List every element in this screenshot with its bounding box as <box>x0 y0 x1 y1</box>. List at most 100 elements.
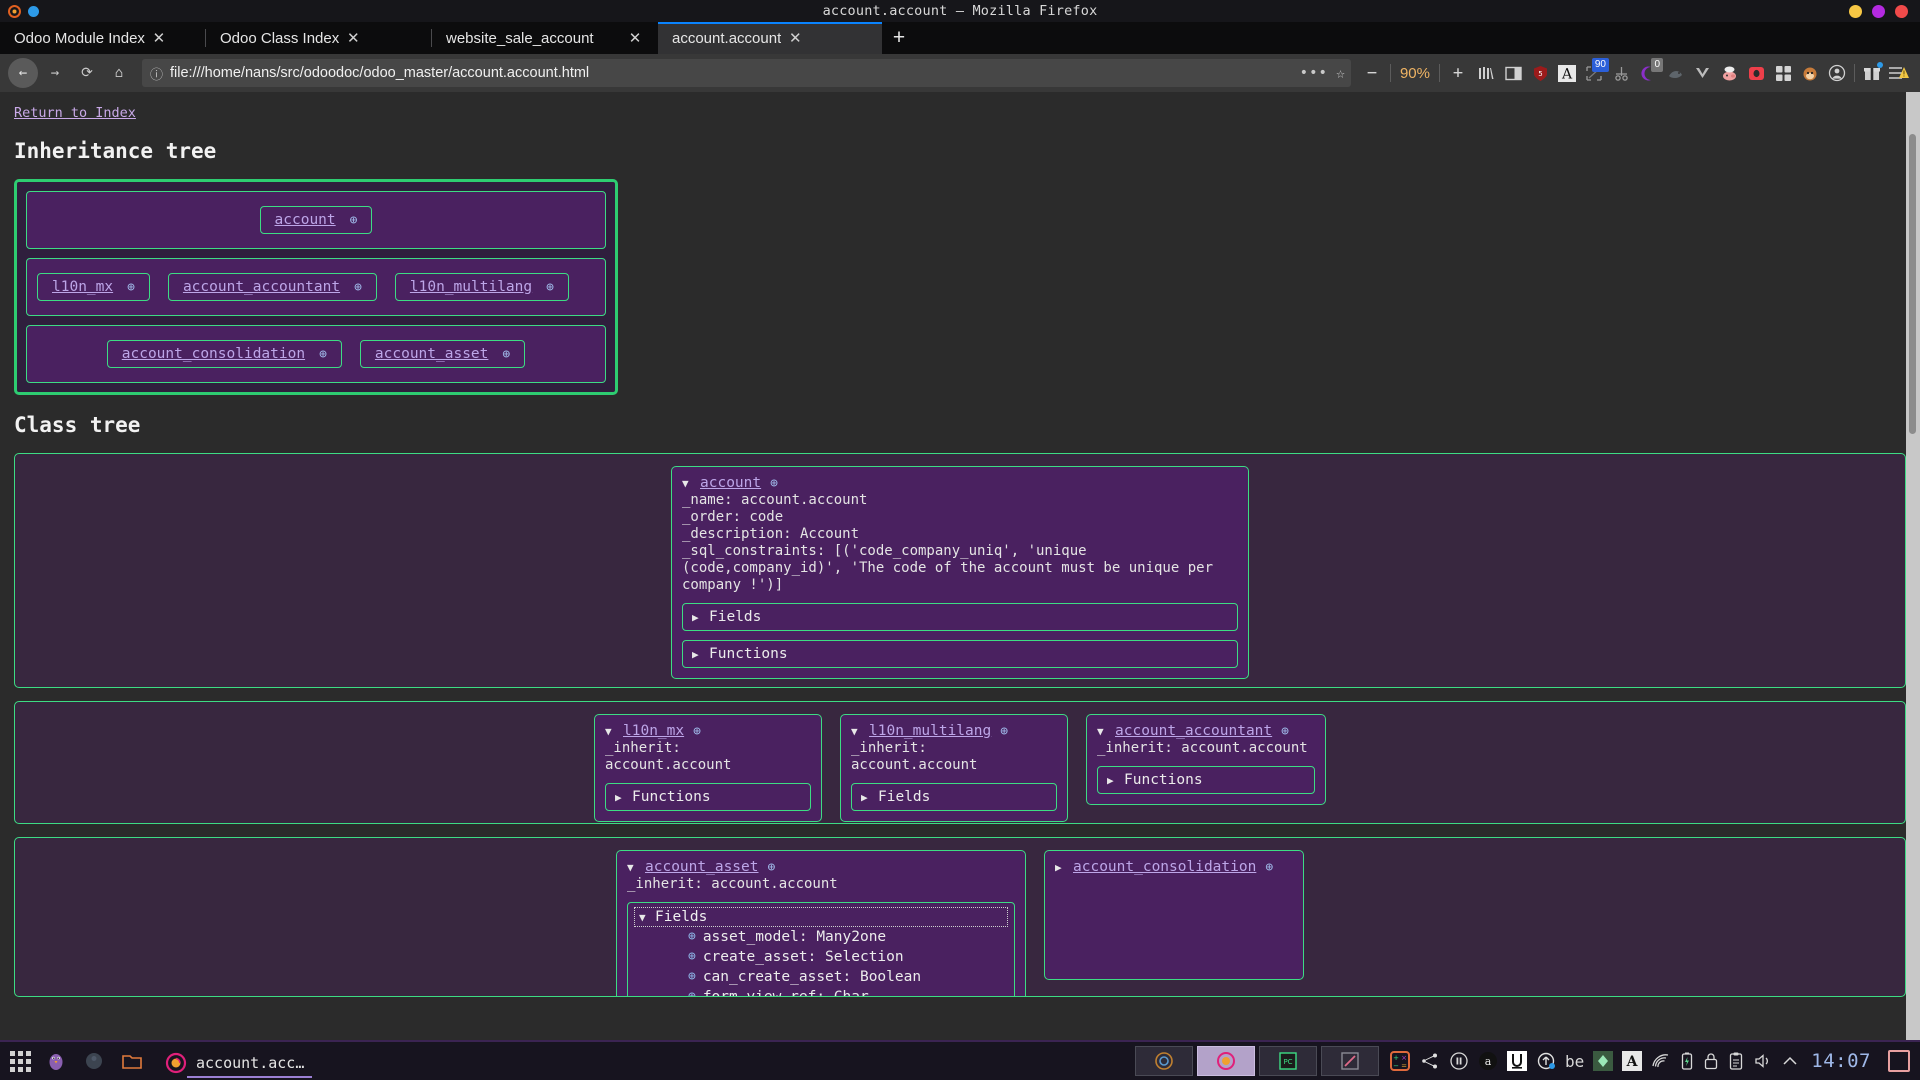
tab-website-sale-account[interactable]: website_sale_account ✕ <box>432 22 658 54</box>
ulauncher-tray-icon[interactable] <box>1507 1051 1528 1071</box>
account-avatar-icon[interactable] <box>1824 59 1850 87</box>
zoom-level-label[interactable]: 90% <box>1396 65 1434 82</box>
globe-icon[interactable]: ⊕ <box>502 347 510 362</box>
class-box-header[interactable]: ▼ account_accountant ⊕ <box>1097 723 1315 739</box>
page-info-icon[interactable]: ⓘ <box>150 64 163 83</box>
class-box-l10n-multilang[interactable]: ▼ l10n_multilang ⊕ _inherit: account.acc… <box>840 714 1068 822</box>
class-name-link[interactable]: account_consolidation <box>1073 859 1256 875</box>
dragon-extension-icon[interactable] <box>1662 59 1688 87</box>
zoom-in-button[interactable]: + <box>1445 59 1471 87</box>
globe-icon[interactable]: ⊕ <box>688 927 696 947</box>
taskbar-window-buttons[interactable]: PC <box>1135 1046 1380 1076</box>
url-text[interactable]: file:///home/nans/src/odoodoc/odoo_maste… <box>170 65 1292 81</box>
anaconda-tray-icon[interactable]: a <box>1478 1051 1498 1071</box>
class-box-account[interactable]: ▼ account ⊕ _name: account.account _orde… <box>671 466 1249 679</box>
inheritance-node-account-asset[interactable]: account_asset ⊕ <box>359 340 526 368</box>
globe-icon[interactable]: ⊕ <box>693 724 701 739</box>
pause-media-tray-icon[interactable] <box>1449 1051 1469 1071</box>
caret-down-icon[interactable]: ▼ <box>605 725 614 738</box>
globe-icon[interactable]: ⊕ <box>354 280 362 295</box>
globe-icon[interactable]: ⊕ <box>1000 724 1008 739</box>
page-scrollbar-thumb[interactable] <box>1909 134 1916 434</box>
calculator-tray-icon[interactable]: + × − = <box>1389 1050 1411 1072</box>
tray-expand-chevron-icon[interactable] <box>1782 1054 1798 1068</box>
globe-icon[interactable]: ⊕ <box>127 280 135 295</box>
tab-close-icon[interactable]: ✕ <box>339 29 367 47</box>
inheritance-node-account[interactable]: account ⊕ <box>259 206 373 234</box>
reader-mode-icon[interactable]: A <box>1554 59 1580 87</box>
caret-right-icon[interactable]: ▶ <box>615 791 624 804</box>
class-box-header[interactable]: ▼ l10n_multilang ⊕ <box>851 723 1057 739</box>
clipboard-tray-icon[interactable] <box>1728 1051 1744 1071</box>
home-button[interactable]: ⌂ <box>104 58 134 88</box>
inheritance-node-l10n-mx[interactable]: l10n_mx ⊕ <box>37 273 150 301</box>
globe-icon[interactable]: ⊕ <box>770 476 778 491</box>
browser-tab-bar[interactable]: Odoo Module Index ✕ Odoo Class Index ✕ w… <box>0 22 1920 54</box>
class-box-account-consolidation[interactable]: ▶ account_consolidation ⊕ <box>1044 850 1304 980</box>
caret-down-icon[interactable]: ▼ <box>1097 725 1106 738</box>
forward-button[interactable]: → <box>40 58 70 88</box>
battery-tray-icon[interactable] <box>1680 1051 1694 1071</box>
toolbar-extensions[interactable]: 5 A 90 0 ! <box>1473 58 1912 87</box>
address-bar[interactable]: ⓘ file:///home/nans/src/odoodoc/odoo_mas… <box>142 59 1351 87</box>
inheritance-node-account-accountant[interactable]: account_accountant ⊕ <box>167 273 377 301</box>
tab-close-icon[interactable]: ✕ <box>145 29 173 47</box>
globe-icon[interactable]: ⊕ <box>546 280 554 295</box>
node-link[interactable]: l10n_mx <box>52 279 113 295</box>
new-tab-button[interactable]: + <box>882 22 916 54</box>
globe-icon[interactable]: ⊕ <box>1265 860 1273 875</box>
browser-navigation-bar[interactable]: ← → ⟳ ⌂ ⓘ file:///home/nans/src/odoodoc/… <box>0 54 1920 92</box>
field-row[interactable]: ⊕ create_asset: Selection <box>688 947 1008 967</box>
node-link[interactable]: account_accountant <box>183 279 340 295</box>
class-box-header[interactable]: ▼ l10n_mx ⊕ <box>605 723 811 739</box>
apps-grid-icon[interactable] <box>1770 59 1796 87</box>
inheritance-node-l10n-multilang[interactable]: l10n_multilang ⊕ <box>394 273 569 301</box>
taskbar-window-gimp[interactable] <box>1135 1046 1194 1076</box>
window-controls[interactable] <box>1849 0 1908 22</box>
page-scrollbar-track[interactable] <box>1906 92 1920 1040</box>
show-desktop-button[interactable] <box>1888 1050 1910 1072</box>
lock-tray-icon[interactable] <box>1703 1051 1719 1071</box>
caret-right-icon[interactable]: ▶ <box>1055 861 1064 874</box>
node-link[interactable]: account_consolidation <box>122 346 305 362</box>
tab-odoo-class-index[interactable]: Odoo Class Index ✕ <box>206 22 432 54</box>
ublock-shield-icon[interactable]: 5 <box>1527 59 1553 87</box>
maximize-button[interactable] <box>1872 4 1885 18</box>
section-header[interactable]: ▼ Fields <box>634 907 1008 927</box>
taskbar-window-editor[interactable] <box>1321 1046 1380 1076</box>
class-name-link[interactable]: l10n_mx <box>623 723 684 739</box>
keyboard-layout-indicator[interactable]: be <box>1565 1052 1584 1071</box>
class-box-account-asset[interactable]: ▼ account_asset ⊕ _inherit: account.acco… <box>616 850 1026 996</box>
caret-down-icon[interactable]: ▼ <box>627 861 636 874</box>
pig-extension-icon[interactable] <box>1716 59 1742 87</box>
caret-right-icon[interactable]: ▶ <box>861 791 870 804</box>
section-fields[interactable]: ▶ Fields <box>682 603 1238 631</box>
class-box-account-accountant[interactable]: ▼ account_accountant ⊕ _inherit: account… <box>1086 714 1326 805</box>
volume-tray-icon[interactable] <box>1753 1052 1773 1070</box>
file-manager-icon[interactable] <box>119 1048 145 1074</box>
scissors-icon[interactable] <box>1608 59 1634 87</box>
section-fields-expanded[interactable]: ▼ Fields ⊕ asset_model: Many2one ⊕ creat… <box>627 902 1015 996</box>
taskbar-window-pycharm[interactable]: PC <box>1259 1046 1318 1076</box>
field-row[interactable]: ⊕ form_view_ref: Char <box>688 987 1008 996</box>
caret-down-icon[interactable]: ▼ <box>682 477 691 490</box>
sphere-app-icon[interactable] <box>81 1048 107 1074</box>
class-box-header[interactable]: ▼ account_asset ⊕ <box>627 859 1015 875</box>
globe-icon[interactable]: ⊕ <box>688 987 696 996</box>
minimize-button[interactable] <box>1849 4 1862 18</box>
field-row[interactable]: ⊕ asset_model: Many2one <box>688 927 1008 947</box>
return-to-index-link[interactable]: Return to Index <box>14 105 136 121</box>
globe-icon[interactable]: ⊕ <box>688 947 696 967</box>
screenshot-tool-icon[interactable]: 90 <box>1581 58 1609 87</box>
section-functions[interactable]: ▶ Functions <box>605 783 811 811</box>
system-tray[interactable]: + × − = a be A 14:07 <box>1379 1050 1914 1072</box>
library-icon[interactable] <box>1473 59 1499 87</box>
image-preview-tray-icon[interactable] <box>1593 1051 1614 1071</box>
back-button[interactable]: ← <box>8 58 38 88</box>
class-name-link[interactable]: account_accountant <box>1115 723 1272 739</box>
globe-icon[interactable]: ⊕ <box>1281 724 1289 739</box>
caret-right-icon[interactable]: ▶ <box>1107 774 1116 787</box>
bookmark-star-icon[interactable]: ☆ <box>1336 64 1345 82</box>
monkey-extension-icon[interactable] <box>1797 59 1823 87</box>
globe-icon[interactable]: ⊕ <box>688 967 696 987</box>
